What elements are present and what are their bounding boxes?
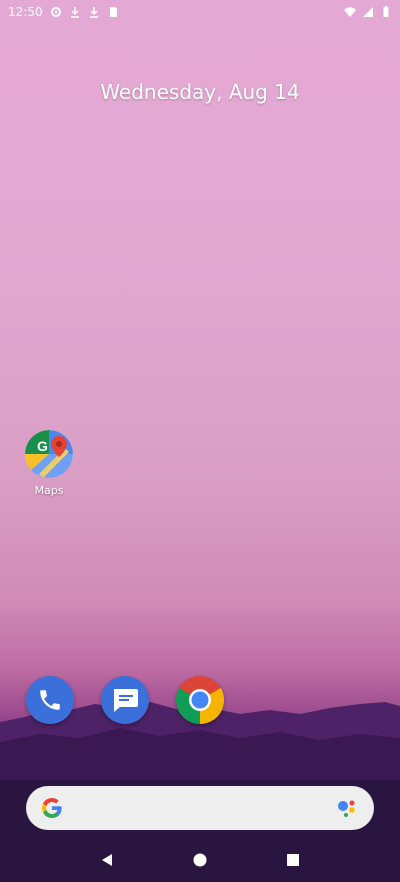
battery-icon [383,6,389,17]
dock-messages-app[interactable] [101,676,149,724]
google-search-bar[interactable] [26,786,374,830]
wifi-icon [344,7,356,18]
home-circle-icon [193,853,207,867]
google-assistant-icon[interactable] [334,795,360,821]
back-button[interactable] [87,840,127,880]
download-icon [70,7,79,18]
signal-icon [363,7,373,17]
status-time: 12:50 [8,5,43,19]
settings-icon [50,7,61,17]
home-button[interactable] [180,840,220,880]
messages-icon [114,689,138,712]
svg-text:G: G [37,438,48,454]
recents-square-icon [287,854,300,866]
date-widget[interactable]: Wednesday, Aug 14 [0,80,400,104]
app-label: Maps [34,484,64,497]
dock-phone-app[interactable] [26,676,74,724]
app-maps[interactable]: G Maps [22,430,76,497]
dock-chrome-app[interactable] [176,676,224,724]
chrome-icon [176,676,224,724]
google-maps-icon: G [25,430,73,478]
download-icon [89,7,98,18]
back-triangle-icon [101,854,112,866]
phone-icon [40,690,60,710]
recents-button[interactable] [273,840,313,880]
status-bar: 12:50 [0,0,400,24]
google-g-icon [42,798,62,818]
sd-card-icon [109,7,117,17]
navigation-bar [0,838,400,882]
